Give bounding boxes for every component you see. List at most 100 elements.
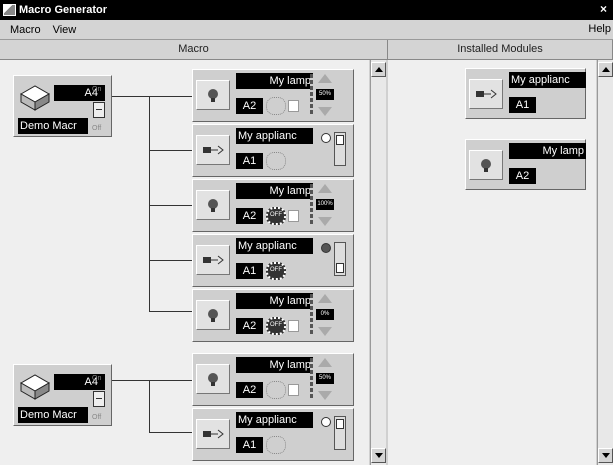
module-address: A2 bbox=[236, 208, 263, 224]
color-box bbox=[288, 384, 299, 396]
macro-name[interactable]: Demo Macr bbox=[18, 407, 88, 423]
state-ring bbox=[266, 152, 286, 170]
macro-step-lamp[interactable]: My lamp A2 50% bbox=[192, 69, 354, 122]
module-name: My lamp bbox=[236, 73, 313, 89]
module-address: A2 bbox=[236, 318, 263, 334]
macro-step-appliance[interactable]: My applianc A1 bbox=[192, 408, 354, 461]
on-label: On bbox=[92, 375, 102, 382]
lamp-icon bbox=[481, 159, 491, 172]
macro-house-code-2[interactable]: A4 Demo Macr On Off bbox=[13, 364, 112, 426]
macro-step-lamp[interactable]: My lamp A2 OFF 100% bbox=[192, 179, 354, 232]
menu-macro[interactable]: Macro bbox=[10, 24, 41, 36]
state-ring bbox=[266, 436, 286, 454]
macro-step-appliance[interactable]: My applianc A1 OFF bbox=[192, 234, 354, 287]
macro-on-off-switch[interactable]: On Off bbox=[92, 85, 107, 133]
macro-step-lamp[interactable]: My lamp A2 50% bbox=[192, 353, 354, 406]
connector-line bbox=[112, 380, 192, 381]
title-bar: Macro Generator × bbox=[0, 0, 613, 20]
connector-line bbox=[149, 380, 150, 432]
switch-knob[interactable] bbox=[336, 419, 344, 429]
dim-level: 0% bbox=[316, 309, 334, 320]
dimmer-spinner[interactable]: 100% bbox=[316, 184, 336, 226]
color-box bbox=[288, 210, 299, 222]
dimmer-spinner[interactable]: 50% bbox=[316, 74, 336, 116]
appliance-switch[interactable] bbox=[321, 414, 346, 454]
dimmer-spinner[interactable]: 50% bbox=[316, 358, 336, 400]
macro-house-code-1[interactable]: A4 Demo Macr On Off bbox=[13, 75, 112, 137]
dimmer-spinner[interactable]: 0% bbox=[316, 294, 336, 336]
connector-line bbox=[149, 311, 192, 312]
macro-step-appliance[interactable]: My applianc A1 bbox=[192, 124, 354, 177]
installed-modules-pane bbox=[388, 60, 596, 465]
module-name: My lamp bbox=[236, 183, 313, 199]
toggle-switch[interactable] bbox=[334, 132, 346, 166]
lamp-icon bbox=[208, 373, 218, 386]
appliance-switch[interactable] bbox=[321, 240, 346, 280]
menu-view[interactable]: View bbox=[53, 24, 77, 36]
switch-knob[interactable] bbox=[336, 135, 344, 145]
menu-bar: Macro View Help bbox=[0, 20, 613, 40]
appliance-plug-icon bbox=[476, 89, 497, 99]
status-indicator bbox=[321, 417, 331, 427]
macro-on-off-switch[interactable]: On Off bbox=[92, 374, 107, 422]
switch-knob[interactable] bbox=[336, 263, 344, 273]
dim-level-bar bbox=[310, 74, 313, 116]
dim-up-arrow-icon[interactable] bbox=[318, 358, 332, 367]
lamp-icon bbox=[208, 309, 218, 322]
dim-up-arrow-icon[interactable] bbox=[318, 294, 332, 303]
installed-modules-scrollbar[interactable] bbox=[597, 60, 613, 465]
lamp-icon-box bbox=[196, 190, 230, 220]
macro-scrollbar[interactable] bbox=[370, 60, 386, 465]
appliance-plug-icon bbox=[203, 255, 224, 265]
color-box bbox=[288, 100, 299, 112]
menu-help[interactable]: Help bbox=[588, 23, 611, 35]
dim-down-arrow-icon[interactable] bbox=[318, 107, 332, 116]
macro-name[interactable]: Demo Macr bbox=[18, 118, 88, 134]
lamp-icon-box bbox=[196, 364, 230, 394]
scroll-up-arrow-icon[interactable] bbox=[598, 62, 613, 77]
state-ring bbox=[266, 381, 286, 399]
dim-down-arrow-icon[interactable] bbox=[318, 327, 332, 336]
lamp-icon-box bbox=[196, 80, 230, 110]
dim-level: 50% bbox=[316, 373, 334, 384]
dim-up-arrow-icon[interactable] bbox=[318, 184, 332, 193]
module-address: A2 bbox=[236, 382, 263, 398]
lamp-icon bbox=[208, 89, 218, 102]
appliance-icon-box bbox=[469, 79, 503, 109]
lamp-icon bbox=[208, 199, 218, 212]
scroll-down-arrow-icon[interactable] bbox=[371, 448, 386, 463]
module-name: My applianc bbox=[236, 412, 313, 428]
dim-up-arrow-icon[interactable] bbox=[318, 74, 332, 83]
installed-modules-column-header: Installed Modules bbox=[388, 40, 613, 60]
lamp-icon-box bbox=[469, 150, 503, 180]
appliance-switch[interactable] bbox=[321, 130, 346, 170]
scroll-up-arrow-icon[interactable] bbox=[371, 62, 386, 77]
toggle-switch[interactable] bbox=[93, 102, 105, 118]
macro-step-lamp[interactable]: My lamp A2 OFF 0% bbox=[192, 289, 354, 342]
lamp-icon-box bbox=[196, 300, 230, 330]
dim-level-bar bbox=[310, 184, 313, 226]
dim-level: 50% bbox=[316, 89, 334, 100]
toggle-switch[interactable] bbox=[334, 416, 346, 450]
dim-down-arrow-icon[interactable] bbox=[318, 217, 332, 226]
window-title: Macro Generator bbox=[19, 4, 108, 16]
module-address: A2 bbox=[509, 168, 536, 184]
module-address: A1 bbox=[236, 263, 263, 279]
dim-down-arrow-icon[interactable] bbox=[318, 391, 332, 400]
app-icon bbox=[3, 4, 16, 16]
dim-level-bar bbox=[310, 358, 313, 400]
close-button[interactable]: × bbox=[600, 2, 611, 16]
toggle-switch[interactable] bbox=[334, 242, 346, 276]
module-address: A1 bbox=[236, 437, 263, 453]
scroll-down-arrow-icon[interactable] bbox=[598, 448, 613, 463]
toggle-switch[interactable] bbox=[93, 391, 105, 407]
color-box bbox=[288, 320, 299, 332]
installed-module-appliance[interactable]: My applianc A1 bbox=[465, 68, 586, 119]
appliance-plug-icon bbox=[203, 145, 224, 155]
appliance-icon-box bbox=[196, 135, 230, 165]
status-indicator bbox=[321, 133, 331, 143]
installed-module-lamp[interactable]: My lamp A2 bbox=[465, 139, 586, 190]
module-name: My applianc bbox=[236, 238, 313, 254]
appliance-icon-box bbox=[196, 245, 230, 275]
off-label: Off bbox=[92, 125, 102, 132]
